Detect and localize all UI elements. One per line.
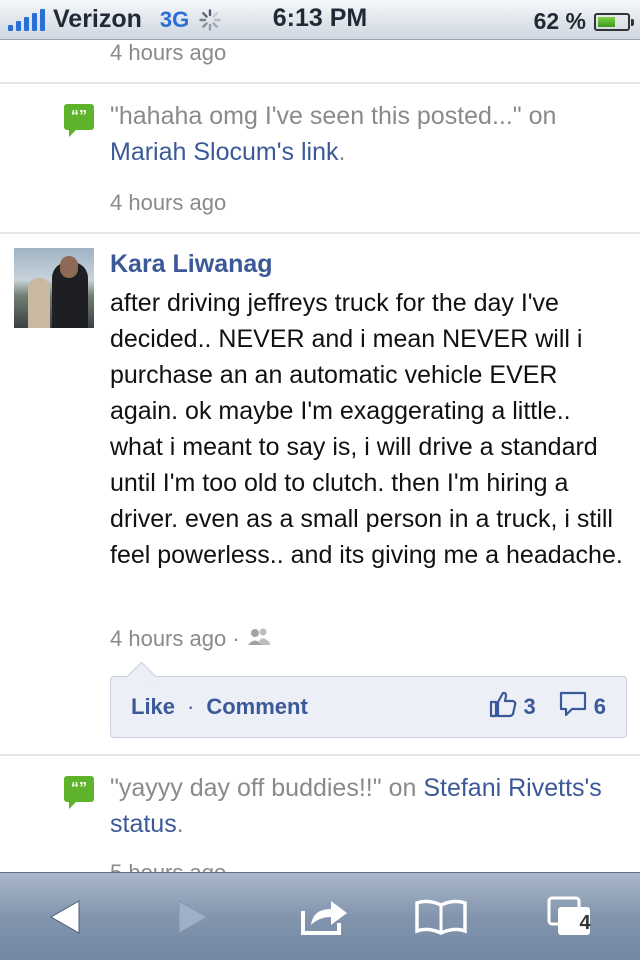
avatar[interactable] [14,248,94,328]
comment-bubble-icon: “” [64,776,94,809]
on-word: on [388,774,417,802]
battery-level-fill [598,16,616,27]
meta-separator: · [232,626,240,651]
comment-button[interactable]: Comment [206,694,307,720]
target-name[interactable]: Mariah Slocum [110,138,277,166]
possessive: 's [276,138,295,166]
signal-strength-icon [8,8,45,31]
activity-1-timestamp: 4 hours ago [110,190,227,215]
period: . [338,138,346,166]
post-timestamp: 4 hours ago [110,626,227,651]
battery-percent: 62 % [533,8,586,34]
carrier-name: Verizon [53,5,142,33]
action-separator: · [187,694,195,719]
news-feed[interactable]: 4 hours ago “” "hahaha omg I've seen thi… [0,40,640,872]
divider [0,82,640,84]
post-action-bar: Like · Comment 3 6 [110,676,627,738]
comment-bubble-icon: “” [64,104,94,137]
tabs-button[interactable]: 4 [526,873,616,960]
like-count[interactable]: 3 [524,694,536,720]
back-arrow-icon [49,900,80,934]
network-type: 3G [159,6,190,32]
engagement-counts[interactable]: 3 6 [488,690,606,724]
period: . [176,810,184,838]
bookmarks-button[interactable] [396,873,486,960]
target-link[interactable]: Mariah Slocum's link [110,138,338,166]
forward-arrow-icon [178,900,209,934]
target-type[interactable]: status [110,810,177,838]
browser-toolbar: 4 [0,872,640,960]
forward-button[interactable] [148,873,238,960]
thumbs-up-icon [488,690,518,724]
battery-icon [594,12,634,31]
post-author[interactable]: Kara Liwanag [110,250,273,279]
tabs-count: 4 [579,912,591,934]
activity-spinner-icon [199,8,221,31]
back-button[interactable] [20,873,110,960]
activity-item-1[interactable]: "hahaha omg I've seen this posted..." on… [110,98,630,170]
speech-bubble-icon [558,690,588,724]
comment-count[interactable]: 6 [594,694,606,720]
activity-2-timestamp: 5 hours ago [110,860,226,872]
target-type[interactable]: link [301,138,339,166]
like-button[interactable]: Like [131,694,175,720]
divider [0,754,640,756]
post-text: after driving jeffreys truck for the day… [110,289,623,569]
share-button[interactable] [280,873,370,960]
comment-quote: "hahaha omg I've seen this posted..." [110,102,522,130]
post-meta: 4 hours ago · [110,626,272,652]
activity-item-2[interactable]: "yayyy day off buddies!!" on Stefani Riv… [110,770,630,842]
book-icon [415,899,467,935]
top-timestamp: 4 hours ago [110,40,227,65]
target-name[interactable]: Stefani Rivetts [423,774,584,802]
share-icon [301,901,347,935]
divider [0,232,640,234]
possessive: 's [584,774,602,802]
status-bar: Verizon 3G 6:13 PM 62 % [0,0,640,40]
comment-quote: "yayyy day off buddies!!" [110,774,382,802]
friends-privacy-icon [246,627,272,652]
on-word: on [528,102,557,130]
battery-status: 62 % [533,8,634,35]
